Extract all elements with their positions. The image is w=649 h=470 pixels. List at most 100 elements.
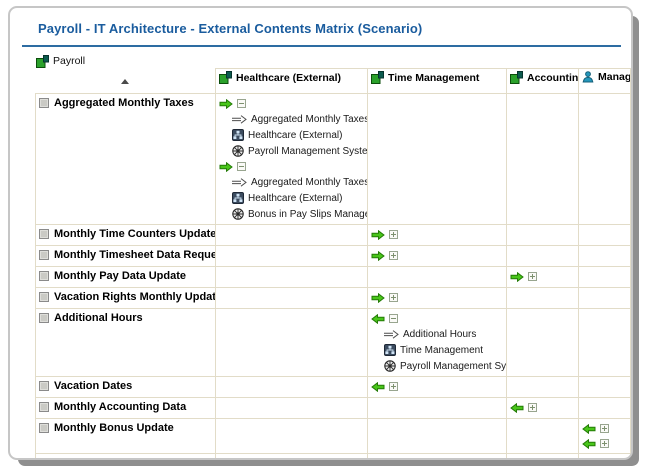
matrix-cell[interactable] — [368, 94, 507, 225]
expand-box-icon[interactable] — [600, 424, 609, 433]
connection-group[interactable] — [510, 400, 575, 415]
matrix-cell[interactable] — [216, 267, 368, 288]
matrix-cell[interactable] — [507, 419, 579, 454]
matrix-cell[interactable] — [216, 454, 368, 459]
connection-group[interactable] — [219, 96, 364, 111]
matrix-cell[interactable] — [507, 309, 579, 377]
expand-box-icon[interactable] — [600, 439, 609, 448]
arrow-left-icon[interactable] — [371, 382, 385, 392]
column-header-manager[interactable]: Manager — [579, 69, 631, 94]
matrix-cell[interactable] — [368, 246, 507, 267]
matrix-row-monthly-pay-data-update: Monthly Pay Data Update — [36, 267, 631, 288]
arrow-right-icon[interactable] — [510, 272, 524, 282]
expand-box-icon[interactable] — [528, 403, 537, 412]
expand-box-icon[interactable] — [389, 230, 398, 239]
matrix-cell[interactable] — [579, 94, 631, 225]
matrix-cell[interactable] — [507, 377, 579, 398]
matrix-cell[interactable] — [579, 454, 631, 459]
matrix-cell[interactable] — [216, 309, 368, 377]
connection-group[interactable] — [371, 311, 503, 326]
matrix-cell[interactable] — [579, 419, 631, 454]
matrix-cell[interactable] — [507, 94, 579, 225]
column-header-time-management[interactable]: Time Management — [368, 69, 507, 94]
row-header-monthly-pay-data-update[interactable]: Monthly Pay Data Update — [36, 267, 216, 288]
arrow-left-icon[interactable] — [371, 314, 385, 324]
matrix-cell[interactable] — [579, 398, 631, 419]
row-header-additional-hours[interactable]: Additional Hours — [36, 309, 216, 377]
matrix-cell[interactable] — [579, 309, 631, 377]
row-header-illness-absences[interactable]: Illness Absences — [36, 454, 216, 459]
matrix-cell[interactable] — [216, 419, 368, 454]
matrix-cell[interactable] — [216, 246, 368, 267]
connection-detail-item[interactable]: Healthcare (External) — [232, 127, 364, 143]
matrix-cell[interactable] — [216, 377, 368, 398]
matrix-cell[interactable] — [507, 267, 579, 288]
matrix-cell[interactable] — [368, 288, 507, 309]
matrix-cell[interactable] — [507, 454, 579, 459]
expand-box-icon[interactable] — [528, 272, 537, 281]
matrix-cell[interactable] — [368, 377, 507, 398]
connection-detail-item[interactable]: Payroll Management System — [384, 358, 503, 374]
matrix-cell[interactable] — [368, 225, 507, 246]
row-header-monthly-bonus-update[interactable]: Monthly Bonus Update — [36, 419, 216, 454]
matrix-cell[interactable] — [216, 225, 368, 246]
row-header-vacation-dates[interactable]: Vacation Dates — [36, 377, 216, 398]
sort-ascending-icon[interactable] — [121, 79, 129, 84]
collapse-box-icon[interactable] — [237, 99, 246, 108]
arrow-right-icon[interactable] — [219, 162, 233, 172]
matrix-cell[interactable] — [368, 419, 507, 454]
connection-group[interactable] — [582, 421, 627, 436]
column-header-accounting[interactable]: Accounting — [507, 69, 579, 94]
row-header-aggregated-monthly-taxes[interactable]: Aggregated Monthly Taxes — [36, 94, 216, 225]
connection-group[interactable] — [371, 248, 503, 263]
matrix-cell[interactable] — [507, 225, 579, 246]
matrix-cell[interactable] — [507, 288, 579, 309]
arrow-right-icon[interactable] — [371, 293, 385, 303]
connection-detail-item[interactable]: Healthcare (External) — [232, 190, 364, 206]
row-header-column-head[interactable] — [36, 69, 216, 94]
matrix-cell[interactable] — [507, 398, 579, 419]
connection-detail-item[interactable]: Payroll Management System — [232, 143, 364, 159]
expand-box-icon[interactable] — [389, 382, 398, 391]
row-header-vacation-rights-monthly-update[interactable]: Vacation Rights Monthly Update — [36, 288, 216, 309]
connection-detail-item[interactable]: Aggregated Monthly Taxes — [232, 111, 364, 127]
row-header-monthly-time-counters-update[interactable]: Monthly Time Counters Update — [36, 225, 216, 246]
matrix-cell[interactable] — [579, 288, 631, 309]
connection-detail-item[interactable]: Aggregated Monthly Taxes — [232, 174, 364, 190]
matrix-cell[interactable] — [368, 267, 507, 288]
matrix-cell[interactable] — [216, 398, 368, 419]
collapse-box-icon[interactable] — [237, 162, 246, 171]
matrix-cell[interactable] — [368, 454, 507, 459]
matrix-cell[interactable] — [579, 225, 631, 246]
connection-group[interactable] — [371, 227, 503, 242]
connection-group[interactable] — [371, 456, 503, 458]
connection-detail-item[interactable]: Time Management — [384, 342, 503, 358]
matrix-cell[interactable] — [507, 246, 579, 267]
column-header-healthcare-external[interactable]: Healthcare (External) — [216, 69, 368, 94]
arrow-left-icon[interactable] — [510, 403, 524, 413]
arrow-right-icon[interactable] — [371, 251, 385, 261]
connection-group[interactable] — [371, 379, 503, 394]
expand-box-icon[interactable] — [389, 251, 398, 260]
matrix-cell[interactable]: Aggregated Monthly TaxesHealthcare (Exte… — [216, 94, 368, 225]
collapse-box-icon[interactable] — [389, 314, 398, 323]
arrow-left-icon[interactable] — [582, 439, 596, 449]
connection-detail-item[interactable]: Additional Hours — [384, 326, 503, 342]
matrix-cell[interactable] — [368, 398, 507, 419]
row-header-monthly-timesheet-data-request[interactable]: Monthly Timesheet Data Request — [36, 246, 216, 267]
matrix-cell[interactable]: Additional HoursTime ManagementPayroll M… — [368, 309, 507, 377]
matrix-cell[interactable] — [579, 246, 631, 267]
arrow-right-icon[interactable] — [219, 99, 233, 109]
connection-group[interactable] — [510, 269, 575, 284]
arrow-left-icon[interactable] — [582, 424, 596, 434]
connection-group[interactable] — [219, 159, 364, 174]
row-header-monthly-accounting-data[interactable]: Monthly Accounting Data — [36, 398, 216, 419]
matrix-cell[interactable] — [216, 288, 368, 309]
connection-group[interactable] — [371, 290, 503, 305]
arrow-right-icon[interactable] — [371, 230, 385, 240]
matrix-cell[interactable] — [579, 377, 631, 398]
matrix-cell[interactable] — [579, 267, 631, 288]
connection-group[interactable] — [582, 436, 627, 451]
expand-box-icon[interactable] — [389, 293, 398, 302]
connection-detail-item[interactable]: Bonus in Pay Slips Management — [232, 206, 364, 222]
